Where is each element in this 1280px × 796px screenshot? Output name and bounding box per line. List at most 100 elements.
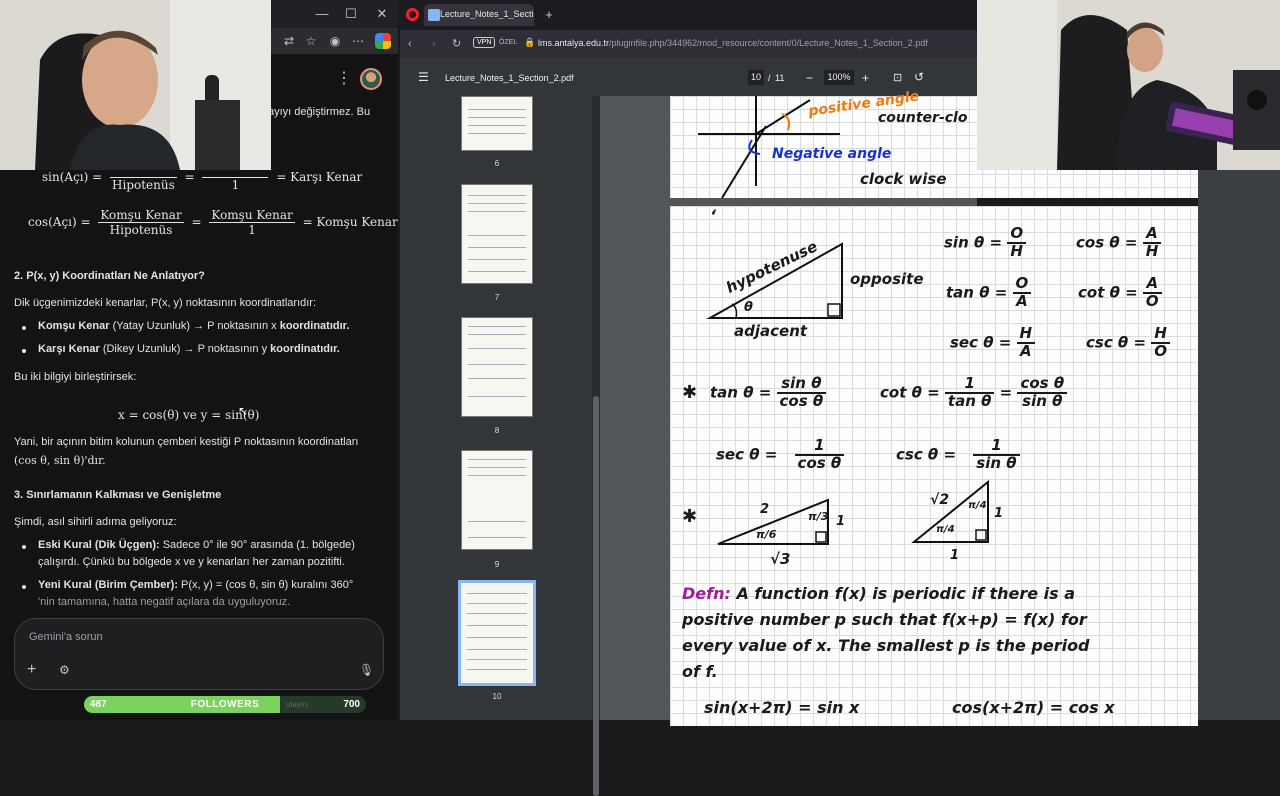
webcam-desk-image xyxy=(977,0,1280,170)
new-tab-button[interactable]: + xyxy=(541,7,557,23)
bookmark-star-icon[interactable]: ☆ xyxy=(303,33,319,49)
csc-ratio: csc θ = HO xyxy=(1086,325,1171,360)
star-mark: ✱ xyxy=(682,382,698,403)
kebab-menu-icon[interactable]: ⋮ xyxy=(336,68,352,88)
chat-truncated-text: ayıyı değiştirmez. Bu xyxy=(268,106,371,118)
t1-side: 1 xyxy=(836,514,846,529)
cos-formula: cos(Açı) = Komşu Kenar Hipotenüs = Komşu … xyxy=(28,208,398,237)
opposite-label: opposite xyxy=(850,270,924,288)
rotate-icon[interactable]: ↺ xyxy=(914,70,924,84)
prompt-composer[interactable]: Gemini'a sorun + ⚙ 🎙 xyxy=(14,618,384,690)
thumbnail-page-6[interactable] xyxy=(461,96,533,151)
clockwise-label: clock wise xyxy=(860,170,947,188)
bullet-new-rule: Yeni Kural (Birim Çember): P(x, y) = (co… xyxy=(38,579,354,591)
bullet-dot xyxy=(22,349,26,353)
webcam-face xyxy=(0,0,271,170)
meaning-line1: Yani, bir açının bitim kolunun çemberi k… xyxy=(14,436,359,448)
bullet-old-rule-cont: çalışırdı. Çünkü bu bölgede x ve y kenar… xyxy=(38,556,345,568)
combine-text: Bu iki bilgiyi birleştirirsek: xyxy=(14,371,137,383)
followers-goal: 700 xyxy=(343,699,360,710)
forward-icon[interactable]: › xyxy=(432,38,436,50)
pdf-page-10: ‘ hypotenuse opposite adjacent θ sin θ =… xyxy=(670,206,1198,726)
stray-mark: ‘ xyxy=(710,206,717,225)
thumbnail-label: 8 xyxy=(494,426,500,435)
t1-base-angle: π/6 xyxy=(756,528,777,541)
definition-line2: positive number p such that f(x+p) = f(x… xyxy=(682,610,1087,629)
thumbnail-page-7[interactable] xyxy=(461,184,533,284)
definition-line3: every value of x. The smallest p is the … xyxy=(682,636,1090,655)
user-avatar[interactable] xyxy=(360,68,382,90)
bullet-old-rule: Eski Kural (Dik Üçgen): Sadece 0° ile 90… xyxy=(38,539,355,551)
counter-clockwise-label: counter-clo xyxy=(878,110,968,126)
definition-line4: of f. xyxy=(682,662,718,681)
sin-period-example: sin(x+2π) = sin x xyxy=(704,698,860,717)
thumbnail-label: 9 xyxy=(494,560,500,569)
t2-side: 1 xyxy=(994,506,1004,521)
back-icon[interactable]: ‹ xyxy=(408,38,412,50)
url-field[interactable]: lms.antalya.edu.tr/pluginfile.php/344962… xyxy=(538,38,928,48)
webcam-desk xyxy=(977,0,1280,170)
minimize-button[interactable]: — xyxy=(311,6,333,21)
t2-top-angle: π/4 xyxy=(968,500,987,511)
sec-identity: sec θ = 1 cos θ xyxy=(716,437,845,472)
profile-icon[interactable]: ◉ xyxy=(327,33,343,49)
translate-icon[interactable]: ⇄ xyxy=(281,33,297,49)
thumbnail-label: 7 xyxy=(494,293,500,302)
total-pages: 11 xyxy=(775,73,785,83)
close-button[interactable]: ✕ xyxy=(371,6,393,22)
section2-heading: 2. P(x, y) Koordinatları Ne Anlatıyor? xyxy=(14,270,205,282)
cos-ratio: cos θ = AH xyxy=(1076,225,1162,260)
opera-logo-icon[interactable] xyxy=(406,8,419,21)
thumbnail-page-9[interactable] xyxy=(461,450,533,550)
pdf-menu-icon[interactable]: ☰ xyxy=(418,70,429,84)
mouse-cursor-icon: ↖ xyxy=(238,404,249,418)
thumbnail-page-10-selected[interactable] xyxy=(458,580,536,686)
page-number-input[interactable]: 10 xyxy=(748,70,764,85)
section2-intro: Dik üçgenimizdeki kenarlar, P(x, y) nokt… xyxy=(14,297,317,309)
gemini-extension-icon[interactable] xyxy=(375,33,391,49)
negative-angle-label: Negative angle xyxy=(772,146,892,162)
csc-identity: csc θ = 1 sin θ xyxy=(896,437,1020,472)
reload-icon[interactable]: ↻ xyxy=(452,37,461,50)
more-icon[interactable]: ⋯ xyxy=(350,33,366,49)
faint-overlay-text: ulayın. xyxy=(286,700,310,709)
add-attachment-button[interactable]: + xyxy=(27,661,36,679)
zoom-in-button[interactable]: + xyxy=(862,71,869,85)
tab-lecture-notes[interactable]: Lecture_Notes_1_Section_ xyxy=(424,4,534,26)
meaning-line2: (cos θ, sin θ)'dır. xyxy=(14,454,106,467)
tab-favicon xyxy=(428,9,440,21)
t2-base: 1 xyxy=(950,548,960,563)
tab-title: Lecture_Notes_1_Section_ xyxy=(440,9,534,19)
fit-page-icon[interactable]: ⊡ xyxy=(893,71,902,84)
thumbnail-page-8[interactable] xyxy=(461,317,533,417)
tools-icon[interactable]: ⚙ xyxy=(59,663,70,677)
webcam-face-image xyxy=(0,0,271,170)
zoom-out-button[interactable]: − xyxy=(806,71,813,85)
prompt-input[interactable]: Gemini'a sorun xyxy=(29,631,103,643)
bullet-new-rule-cont: 'nin tamamına, hatta negatif açılara da … xyxy=(38,596,291,608)
section3-intro: Şimdi, asıl sihirli adıma geliyoruz: xyxy=(14,516,177,528)
followers-goal-bar: FOLLOWERS 487 700 xyxy=(84,696,366,713)
maximize-button[interactable]: ☐ xyxy=(340,6,362,22)
theta-label: θ xyxy=(744,300,753,315)
bullet-dot xyxy=(22,545,26,549)
t1-top-angle: π/3 xyxy=(808,510,829,523)
t2-hypotenuse: √2 xyxy=(930,492,950,508)
star-mark: ✱ xyxy=(682,506,698,527)
vpn-badge[interactable]: VPN xyxy=(473,37,496,48)
tan-identity: tan θ = sin θ cos θ xyxy=(710,375,827,410)
t2-base-angle: π/4 xyxy=(936,524,955,535)
tan-ratio: tan θ = OA xyxy=(946,275,1032,310)
zoom-level[interactable]: 100% xyxy=(824,70,854,85)
section3-heading: 3. Sınırlamanın Kalkması ve Genişletme xyxy=(14,489,222,501)
microphone-icon[interactable]: 🎙 xyxy=(359,663,374,677)
lock-icon[interactable]: 🔒 xyxy=(524,37,535,48)
bullet-karsi-kenar: Karşı Kenar (Dikey Uzunluk) → P noktasın… xyxy=(38,343,340,355)
private-label: ÖZEL xyxy=(499,39,518,46)
definition-line1: Defn: A function f(x) is periodic if the… xyxy=(682,584,1076,603)
cot-identity: cot θ = 1 tan θ = cos θ sin θ xyxy=(880,375,1068,410)
scrollbar-thumb[interactable] xyxy=(593,396,599,796)
t1-hypotenuse: 2 xyxy=(760,502,770,517)
thumbnail-scrollbar[interactable] xyxy=(592,96,600,796)
followers-current: 487 xyxy=(90,699,107,710)
